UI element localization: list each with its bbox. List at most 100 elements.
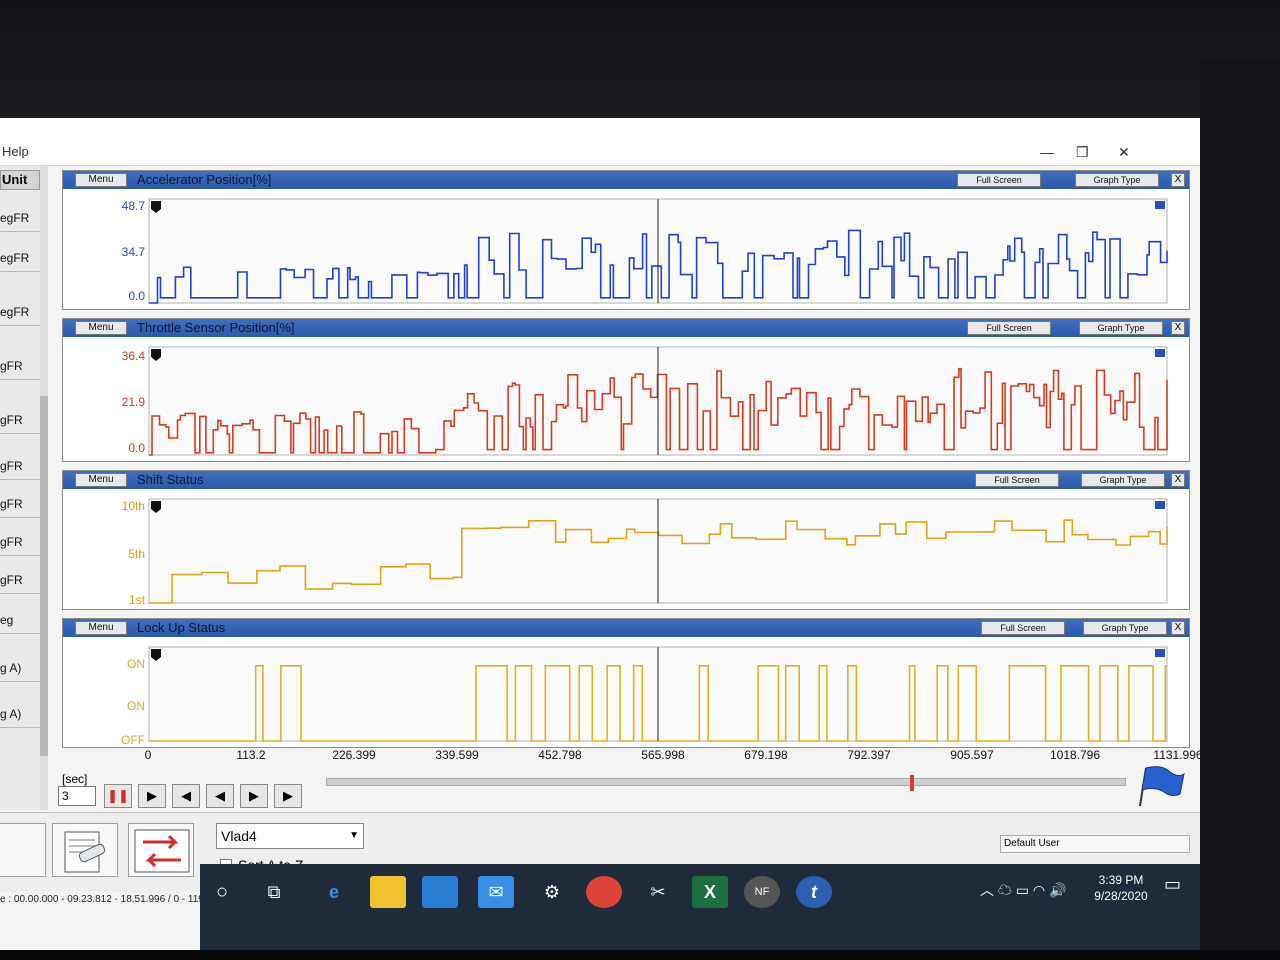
clock[interactable]: 3:39 PM 9/28/2020 — [1086, 872, 1156, 904]
full-screen-button[interactable]: Full Screen — [975, 473, 1059, 487]
unit-text: egFR — [0, 211, 30, 225]
panel-header: Menu Shift Status Full Screen Graph Type… — [63, 471, 1189, 489]
unit-text: gFR — [0, 535, 23, 549]
unit-row[interactable]: eg — [0, 594, 40, 634]
play-button[interactable]: ▶ — [138, 784, 166, 808]
end-marker-icon[interactable] — [1155, 649, 1165, 657]
snipping-tool-icon[interactable]: ✂ — [640, 876, 676, 908]
scrollbar-thumb[interactable] — [40, 396, 48, 756]
pause-button[interactable]: ❚❚ — [104, 784, 132, 808]
minimize-button[interactable]: — — [1040, 144, 1054, 160]
convert-icon[interactable] — [128, 823, 194, 877]
time-tick-label: 679.198 — [744, 748, 788, 762]
time-tick-label: 0 — [144, 748, 152, 762]
panel-title: Throttle Sensor Position[%] — [137, 320, 295, 335]
screen: Help — ❐ ✕ Unit egFR egFR egFR gFR gFR g… — [0, 118, 1200, 960]
timeline-slider[interactable] — [326, 775, 1126, 791]
search-icon[interactable]: ○ — [204, 876, 240, 908]
panel-close-button[interactable]: X — [1171, 473, 1185, 487]
menu-bar: Help — ❐ ✕ — [0, 118, 1200, 166]
timeline-marker[interactable] — [910, 775, 914, 791]
panel-menu-button[interactable]: Menu — [75, 473, 127, 487]
file-explorer-icon[interactable] — [370, 876, 406, 908]
restore-button[interactable]: ❐ — [1076, 144, 1089, 161]
end-marker-icon[interactable] — [1155, 349, 1165, 357]
panel-menu-button[interactable]: Menu — [75, 621, 127, 635]
plot-area: 10th 5th 1st — [63, 489, 1189, 611]
graph-type-button[interactable]: Graph Type — [1083, 621, 1167, 635]
t-app-icon[interactable]: t — [796, 876, 832, 908]
vehicle-select[interactable]: Vlad4 ▼ — [216, 823, 364, 849]
store-icon[interactable] — [422, 876, 458, 908]
graph-type-button[interactable]: Graph Type — [1081, 473, 1165, 487]
panel-menu-button[interactable]: Menu — [75, 173, 127, 187]
time-tick-label: 226.399 — [332, 748, 376, 762]
panel-close-button[interactable]: X — [1171, 621, 1185, 635]
time-tick-label: 1018.796 — [1049, 748, 1101, 762]
excel-icon[interactable]: X — [692, 876, 728, 908]
document-icon[interactable] — [0, 823, 46, 877]
end-marker-icon[interactable] — [1155, 201, 1165, 209]
time-tick-label: 339.599 — [435, 748, 479, 762]
end-marker-icon[interactable] — [1155, 501, 1165, 509]
unit-row[interactable]: gFR — [0, 440, 40, 480]
unit-list-scrollbar[interactable] — [40, 166, 48, 810]
clock-date: 9/28/2020 — [1094, 889, 1148, 903]
unit-row[interactable]: g A) — [0, 642, 40, 682]
edge-icon[interactable]: e — [316, 876, 352, 908]
step-back-button[interactable]: ◀ — [206, 784, 234, 808]
unit-text: egFR — [0, 305, 30, 319]
data-file-icon[interactable] — [52, 823, 118, 877]
status-line: e : 00.00.000 - 09.23.812 - 18.51.996 / … — [0, 894, 210, 905]
time-tick-label: 792.397 — [847, 748, 891, 762]
full-screen-button[interactable]: Full Screen — [981, 621, 1065, 635]
graph-type-button[interactable]: Graph Type — [1075, 173, 1159, 187]
task-view-icon[interactable]: ⧉ — [256, 876, 292, 908]
settings-icon[interactable]: ⚙ — [534, 876, 570, 908]
time-tick-label: 113.2 — [236, 748, 266, 762]
panel-lock-up-status: Menu Lock Up Status Full Screen Graph Ty… — [62, 618, 1190, 748]
default-user-field[interactable]: Default User — [1000, 835, 1190, 853]
unit-row[interactable]: gFR — [0, 516, 40, 556]
step-spinner[interactable]: 3 — [58, 786, 96, 806]
panel-title: Lock Up Status — [137, 620, 226, 635]
close-button[interactable]: ✕ — [1118, 144, 1130, 161]
unit-text: eg — [0, 613, 14, 627]
panel-menu-button[interactable]: Menu — [75, 321, 127, 335]
app-icon[interactable]: NF — [744, 876, 780, 908]
monitor-bezel-bottom — [0, 950, 1280, 960]
unit-row[interactable]: egFR — [0, 192, 40, 232]
time-tick-label: 565.998 — [641, 748, 685, 762]
plot-area: 36.4 21.9 0.0 — [63, 337, 1189, 463]
unit-text: gFR — [0, 413, 23, 427]
menu-help[interactable]: Help — [2, 144, 29, 159]
flag-icon[interactable] — [1132, 762, 1186, 812]
unit-row[interactable]: gFR — [0, 394, 40, 434]
unit-row[interactable]: egFR — [0, 286, 40, 326]
system-tray[interactable]: ︿ ☁ ▭ ◠ 🔊 — [980, 880, 1066, 900]
skip-forward-button[interactable]: ▶ — [274, 784, 302, 808]
accelerator-trace — [148, 198, 1168, 304]
skip-back-button[interactable]: ◀ — [172, 784, 200, 808]
unit-row[interactable]: gFR — [0, 478, 40, 518]
unit-row[interactable]: g A) — [0, 688, 40, 728]
full-screen-button[interactable]: Full Screen — [967, 321, 1051, 335]
graph-type-button[interactable]: Graph Type — [1079, 321, 1163, 335]
chrome-icon[interactable] — [586, 876, 622, 908]
step-forward-button[interactable]: ▶ — [240, 784, 268, 808]
panel-shift-status: Menu Shift Status Full Screen Graph Type… — [62, 470, 1190, 610]
time-tick-label: 452.798 — [538, 748, 582, 762]
panel-close-button[interactable]: X — [1171, 173, 1185, 187]
playback-controls: [sec] 3 ❚❚ ▶ ◀ ◀ ▶ ▶ — [52, 766, 1192, 812]
unit-text: gFR — [0, 359, 23, 373]
unit-row[interactable]: gFR — [0, 340, 40, 380]
mail-icon[interactable]: ✉ — [478, 876, 514, 908]
unit-row[interactable]: egFR — [0, 232, 40, 272]
notifications-icon[interactable]: ▭ — [1164, 874, 1181, 895]
full-screen-button[interactable]: Full Screen — [957, 173, 1041, 187]
unit-column-header[interactable]: Unit — [0, 170, 40, 190]
panel-header: Menu Lock Up Status Full Screen Graph Ty… — [63, 619, 1189, 637]
unit-row[interactable]: gFR — [0, 554, 40, 594]
panel-close-button[interactable]: X — [1171, 321, 1185, 335]
time-tick-label: 905.597 — [950, 748, 994, 762]
